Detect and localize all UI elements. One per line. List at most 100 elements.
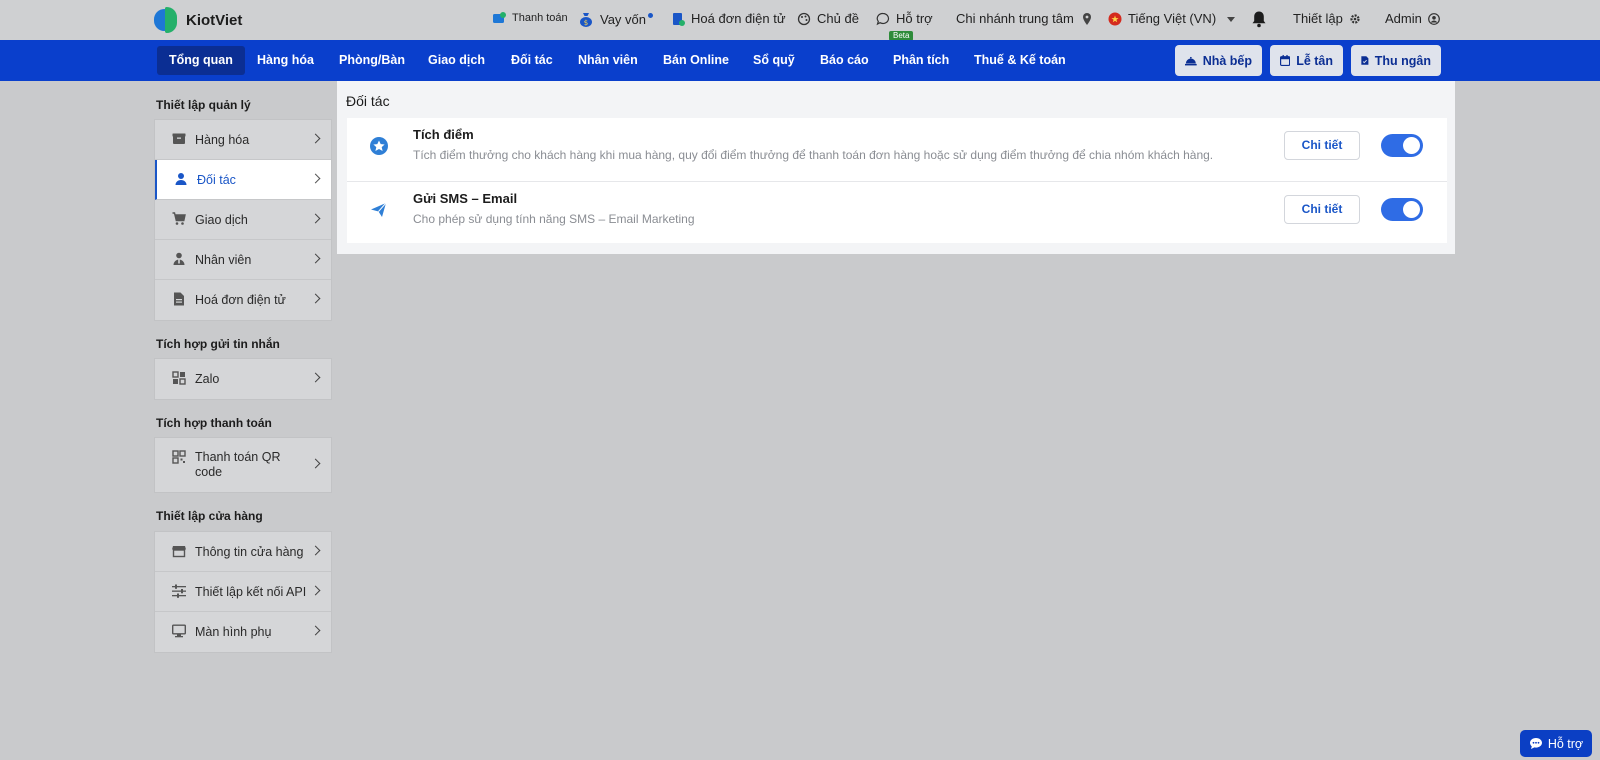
nav-tab-transactions[interactable]: Giao dịch: [416, 46, 497, 75]
chevron-right-icon: [310, 173, 321, 183]
sidebar-group-payment: Thanh toán QR code: [154, 437, 332, 493]
calendar-icon: [1280, 54, 1291, 67]
invoice-icon: [673, 12, 685, 26]
nav-tab-online-sales[interactable]: Bán Online: [651, 46, 741, 75]
star-badge-icon: [370, 137, 388, 155]
money-bag-icon: $: [580, 13, 592, 27]
employee-icon: [173, 252, 185, 265]
logo-icon: [154, 7, 180, 33]
toggle-knob: [1403, 201, 1420, 218]
sidebar-item-partners[interactable]: Đối tác: [155, 160, 331, 200]
grid-icon: [172, 371, 186, 385]
nav-tab-products[interactable]: Hàng hóa: [245, 46, 326, 75]
chevron-right-icon: [310, 293, 321, 304]
reception-button[interactable]: Lễ tân: [1270, 45, 1343, 76]
settings-panel: Đối tác Tích điểm Tích điểm thưởng cho k…: [337, 81, 1455, 254]
sidebar-item-einvoice[interactable]: Hoá đơn điện tử: [155, 280, 331, 320]
loyalty-toggle[interactable]: [1381, 134, 1423, 157]
sidebar-item-label: Nhân viên: [195, 252, 252, 267]
brand-name: KiotViet: [186, 11, 243, 29]
sidebar-item-label: Thiết lập kết nối API: [195, 584, 307, 599]
user-circle-icon: [1427, 12, 1440, 25]
einvoice-link[interactable]: Hoá đơn điện tử: [671, 11, 786, 26]
language-label: Tiếng Việt (VN): [1128, 11, 1217, 26]
sidebar-item-label: Thanh toán QR code: [195, 450, 281, 479]
sms-email-toggle[interactable]: [1381, 198, 1423, 221]
document-icon: [174, 292, 184, 306]
qr-icon: [172, 450, 186, 464]
chevron-right-icon: [310, 625, 321, 636]
sidebar-item-label: Thông tin cửa hàng: [195, 544, 304, 559]
payment-label: Thanh toán: [512, 12, 568, 24]
gear-icon: [1350, 13, 1360, 24]
language-selector[interactable]: Tiếng Việt (VN): [1108, 11, 1236, 26]
sidebar-section-title: Tích hợp gửi tin nhắn: [156, 337, 280, 351]
sidebar-item-qr-payment[interactable]: Thanh toán QR code: [155, 438, 331, 492]
cashier-button[interactable]: Thu ngân: [1351, 45, 1441, 76]
main-nav: Tổng quan Hàng hóa Phòng/Bàn Giao dịch Đ…: [0, 40, 1600, 81]
support-label: Hỗ trợ: [896, 11, 933, 26]
user-icon: [175, 173, 187, 185]
nav-tab-overview[interactable]: Tổng quan: [157, 46, 245, 75]
branch-label: Chi nhánh trung tâm: [956, 11, 1074, 26]
sidebar-item-api-settings[interactable]: Thiết lập kết nối API: [155, 572, 331, 612]
sidebar-item-transactions[interactable]: Giao dịch: [155, 200, 331, 240]
setting-description: Tích điểm thưởng cho khách hàng khi mua …: [413, 148, 1214, 162]
kitchen-label: Nhà bếp: [1202, 53, 1252, 68]
sidebar-item-store-info[interactable]: Thông tin cửa hàng: [155, 532, 331, 572]
settings-link[interactable]: Thiết lập: [1293, 11, 1361, 26]
user-menu[interactable]: Admin: [1385, 11, 1440, 26]
setting-row-loyalty-points: Tích điểm Tích điểm thưởng cho khách hàn…: [347, 118, 1447, 172]
sidebar-group-messaging: Zalo: [154, 358, 332, 400]
floating-help-button[interactable]: Hỗ trợ: [1520, 730, 1592, 757]
sidebar-item-zalo[interactable]: Zalo: [155, 359, 331, 399]
setting-title: Gửi SMS – Email: [413, 191, 518, 206]
details-button[interactable]: Chi tiết: [1284, 131, 1360, 160]
kitchen-button[interactable]: Nhà bếp: [1175, 45, 1262, 76]
nav-tab-employees[interactable]: Nhân viên: [566, 46, 650, 75]
nav-tab-cashbook[interactable]: Sổ quỹ: [741, 46, 807, 75]
nav-tab-partners[interactable]: Đối tác: [499, 46, 565, 75]
user-label: Admin: [1385, 11, 1422, 26]
sidebar-item-products[interactable]: Hàng hóa: [155, 120, 331, 160]
sidebar-item-label: Màn hình phụ: [195, 625, 272, 639]
sidebar-item-label: Zalo: [195, 372, 220, 386]
nav-tab-analytics[interactable]: Phân tích: [881, 46, 961, 75]
chevron-right-icon: [310, 213, 321, 223]
sidebar-section-title: Tích hợp thanh toán: [156, 416, 272, 430]
sidebar-item-employees[interactable]: Nhân viên: [155, 240, 331, 280]
theme-link[interactable]: Chủ đề: [797, 11, 859, 26]
notification-button[interactable]: [1251, 10, 1267, 28]
nav-tab-rooms[interactable]: Phòng/Bàn: [327, 46, 417, 75]
cashier-label: Thu ngân: [1374, 53, 1431, 68]
sidebar-group-store: Thông tin cửa hàng Thiết lập kết nối API…: [154, 531, 332, 653]
chevron-right-icon: [310, 458, 321, 469]
page-title: Đối tác: [346, 93, 390, 109]
receipt-icon: [1361, 56, 1369, 65]
sliders-icon: [172, 584, 186, 598]
chat-icon: [876, 12, 890, 25]
details-button[interactable]: Chi tiết: [1284, 195, 1360, 224]
payment-link[interactable]: Thanh toán: [492, 11, 568, 25]
bell-icon: [1252, 11, 1266, 28]
brand-logo[interactable]: KiotViet: [154, 7, 242, 33]
nav-tab-tax-accounting[interactable]: Thuế & Kế toán: [962, 46, 1078, 75]
monitor-icon: [172, 624, 186, 638]
chevron-right-icon: [310, 585, 321, 595]
settings-card: Tích điểm Tích điểm thưởng cho khách hàn…: [347, 118, 1447, 243]
nav-tab-reports[interactable]: Báo cáo: [808, 46, 881, 75]
paper-plane-icon: [371, 202, 387, 217]
einvoice-label: Hoá đơn điện tử: [691, 11, 786, 26]
loan-link[interactable]: $ Vay vốn: [578, 11, 646, 27]
chevron-right-icon: [310, 372, 321, 383]
help-label: Hỗ trợ: [1547, 736, 1584, 751]
sidebar-section-title: Thiết lập cửa hàng: [156, 509, 263, 523]
location-pin-icon: [1082, 12, 1091, 25]
sidebar-item-label: Giao dịch: [195, 212, 248, 227]
sidebar-item-secondary-screen[interactable]: Màn hình phụ: [155, 612, 331, 652]
support-link[interactable]: Hỗ trợ: [876, 11, 933, 26]
theme-label: Chủ đề: [817, 11, 859, 26]
branch-selector[interactable]: Chi nhánh trung tâm: [956, 11, 1094, 26]
toggle-knob: [1403, 137, 1420, 154]
vn-flag-icon: [1108, 12, 1122, 25]
